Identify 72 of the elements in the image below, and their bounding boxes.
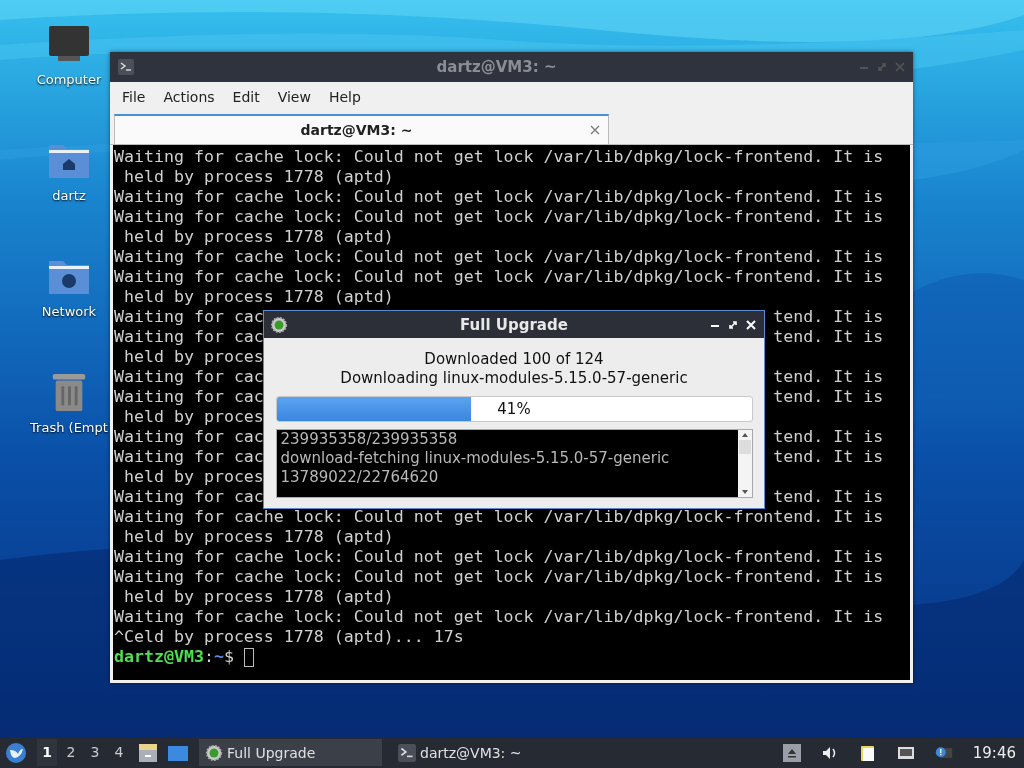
log-line: download-fetching linux-modules-5.15.0-57-generic [280,449,671,468]
desktop-icon-label[interactable]: Network [41,304,97,319]
dialog-title: Full Upgrade [459,315,569,334]
workspace-button[interactable]: 2 [61,739,81,766]
terminal-line: held by process 1778 (aptd) [123,287,394,307]
terminal-line: Waiting for cac [114,427,264,447]
terminal-line: held by proces [123,467,264,487]
terminal-line: held by process 1778 (aptd) [123,227,394,247]
menu-item[interactable]: Actions [155,84,223,109]
terminal-line: held by process 1778 (aptd) [123,167,394,187]
terminal-line: Waiting for cac [114,447,264,467]
taskbar-button[interactable]: Full Upgrade [199,739,382,766]
terminal-line: Waiting for cache lock: Could not get lock /var/lib/dpkg/lock-frontend. It is [114,507,884,527]
terminal-line: Waiting for cac [114,367,264,387]
scrollbar[interactable] [737,430,752,497]
detail-text: Downloading linux-modules-5.15.0-57-generic [340,369,688,388]
terminal-line: tend. It is [773,327,884,347]
terminal-line: tend. It is [773,427,884,447]
desktop-icon-label[interactable]: Trash (Empt [30,420,108,435]
terminal-line: held by proces [123,347,264,367]
desktop-icon-label[interactable]: dartz [52,188,86,203]
terminal-line: Waiting for cac [114,487,264,507]
terminal-line: Waiting for cache lock: Could not get lock /var/lib/dpkg/lock-frontend. It is [114,207,884,227]
monitor-icon[interactable] [48,24,90,64]
prompt-symbol: $ [223,647,234,667]
terminal-line: Waiting for cache lock: Could not get lock /var/lib/dpkg/lock-frontend. It is [114,567,884,587]
terminal-line: tend. It is [773,387,884,407]
terminal-line: tend. It is [773,307,884,327]
progress-label: 41% [497,400,531,418]
window-title: dartz@VM3: ~ [435,58,558,76]
terminal-icon [118,59,134,75]
workspace-button[interactable]: 4 [109,739,129,766]
eject-icon[interactable] [782,743,801,762]
terminal-line: Waiting for cac [114,387,264,407]
status-text: Downloaded 100 of 124 [424,350,604,369]
terminal-line: Waiting for cac [114,327,264,347]
terminal-line: held by process 1778 (aptd) [123,587,394,607]
menu-item[interactable]: View [269,84,319,109]
terminal-line: Waiting for cache lock: Could not get lock /var/lib/dpkg/lock-frontend. It is [114,547,884,567]
terminal-line: held by proces [123,407,264,427]
menu-item[interactable]: Edit [224,84,268,109]
scroll-thumb[interactable] [738,440,751,454]
taskbar-button[interactable]: dartz@VM3: ~ [392,739,575,766]
gear-icon [205,743,223,762]
terminal-line: Waiting for cache lock: Could not get lock /var/lib/dpkg/lock-frontend. It is [114,607,884,627]
prompt-path: ~ [213,647,224,667]
terminal-line: Waiting for cache lock: Could not get lock /var/lib/dpkg/lock-frontend. It is [114,267,884,287]
terminal-line: Waiting for cac [114,307,264,327]
text-cursor [243,648,254,667]
workspace-button[interactable]: 1 [37,739,57,766]
prompt-separator: : [203,647,214,667]
menu-item[interactable]: File [114,84,154,109]
terminal-line: tend. It is [773,487,884,507]
log-line: 239935358/239935358 [280,430,459,449]
file-cabinet-icon[interactable] [137,741,159,764]
terminal-line: Waiting for cache lock: Could not get lock /var/lib/dpkg/lock-frontend. It is [114,247,884,267]
menu-item[interactable]: Help [320,84,369,109]
terminal-icon [398,743,416,762]
clipboard-icon[interactable] [858,743,877,762]
terminal-line: held by process 1778 (aptd) [123,527,394,547]
log-line: 13789022/22764620 [280,468,440,487]
start-menu-icon[interactable] [5,741,27,764]
terminal-line: tend. It is [773,447,884,467]
terminal-line: ^Celd by process 1778 (aptd)... 17s [114,627,464,647]
terminal-tab[interactable]: dartz@VM3: ~ [114,114,609,144]
terminal-line: Waiting for cache lock: Could not get lock /var/lib/dpkg/lock-frontend. It is [114,187,884,207]
terminal-line: Waiting for cache lock: Could not get lock /var/lib/dpkg/lock-frontend. It is [114,147,884,167]
gear-icon [270,315,288,334]
terminal-line: tend. It is [773,367,884,387]
clock[interactable]: 19:46 [972,743,1016,762]
prompt-user: dartz@VM3 [114,647,204,667]
workspace-button[interactable]: 3 [85,739,105,766]
